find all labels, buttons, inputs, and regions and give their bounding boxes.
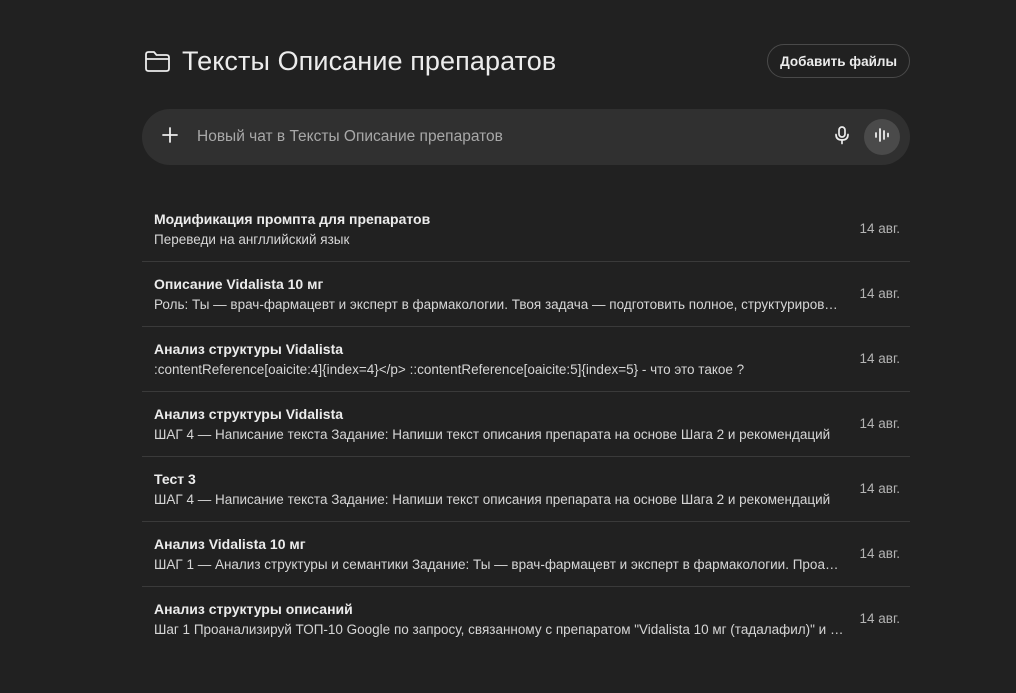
page-title: Тексты Описание препаратов <box>182 45 557 76</box>
chat-title: Анализ структуры Vidalista <box>154 341 344 357</box>
chat-date: 14 авг. <box>859 351 900 366</box>
plus-button[interactable] <box>150 117 190 157</box>
chat-list-item[interactable]: Тест 3 ШАГ 4 — Написание текста Задание:… <box>142 457 910 522</box>
chat-preview: :contentReference[oaicite:4]{index=4}</p… <box>154 362 745 377</box>
chat-title: Анализ структуры Vidalista <box>154 406 344 422</box>
project-page: Тексты Описание препаратов Добавить файл… <box>0 0 1016 693</box>
project-chat-list: Модификация промпта для препаратов Перев… <box>142 197 910 652</box>
chat-title: Модификация промпта для препаратов <box>154 211 431 227</box>
chat-list-item[interactable]: Описание Vidalista 10 мг Роль: Ты — врач… <box>142 262 910 327</box>
chat-preview: Переведи на англлийский язык <box>154 232 350 247</box>
chat-date: 14 авг. <box>859 221 900 236</box>
chat-title: Анализ Vidalista 10 мг <box>154 536 306 552</box>
chat-date: 14 авг. <box>859 416 900 431</box>
project-header: Тексты Описание препаратов Добавить файл… <box>142 38 910 84</box>
chat-title: Тест 3 <box>154 471 196 487</box>
chat-preview: Роль: Ты — врач-фармацевт и эксперт в фа… <box>154 297 844 312</box>
dictate-button[interactable] <box>824 119 860 155</box>
microphone-icon <box>833 125 851 150</box>
chat-date: 14 авг. <box>859 611 900 626</box>
chat-list-item[interactable]: Анализ структуры Vidalista :contentRefer… <box>142 327 910 392</box>
chat-title: Описание Vidalista 10 мг <box>154 276 324 292</box>
chat-preview: ШАГ 4 — Написание текста Задание: Напиши… <box>154 492 831 507</box>
chat-date: 14 авг. <box>859 546 900 561</box>
chat-list-item[interactable]: Анализ структуры описаний Шаг 1 Проанали… <box>142 587 910 652</box>
chat-list-item[interactable]: Анализ структуры Vidalista ШАГ 4 — Напис… <box>142 392 910 457</box>
voice-mode-button[interactable] <box>864 119 900 155</box>
chat-list-item[interactable]: Анализ Vidalista 10 мг ШАГ 1 — Анализ ст… <box>142 522 910 587</box>
chat-preview: ШАГ 4 — Написание текста Задание: Напиши… <box>154 427 831 442</box>
voice-mode-icon <box>873 126 891 149</box>
chat-title: Анализ структуры описаний <box>154 601 353 617</box>
title-group: Тексты Описание препаратов <box>142 46 556 77</box>
new-chat-composer <box>142 109 910 165</box>
chat-preview: ШАГ 1 — Анализ структуры и семантики Зад… <box>154 557 844 572</box>
chat-date: 14 авг. <box>859 286 900 301</box>
plus-icon <box>160 125 180 150</box>
add-files-button[interactable]: Добавить файлы <box>767 44 910 78</box>
new-chat-input[interactable] <box>195 121 824 153</box>
chat-date: 14 авг. <box>859 481 900 496</box>
folder-icon <box>142 46 172 76</box>
chat-preview: Шаг 1 Проанализируй ТОП-10 Google по зап… <box>154 622 844 637</box>
chat-list-item[interactable]: Модификация промпта для препаратов Перев… <box>142 197 910 262</box>
